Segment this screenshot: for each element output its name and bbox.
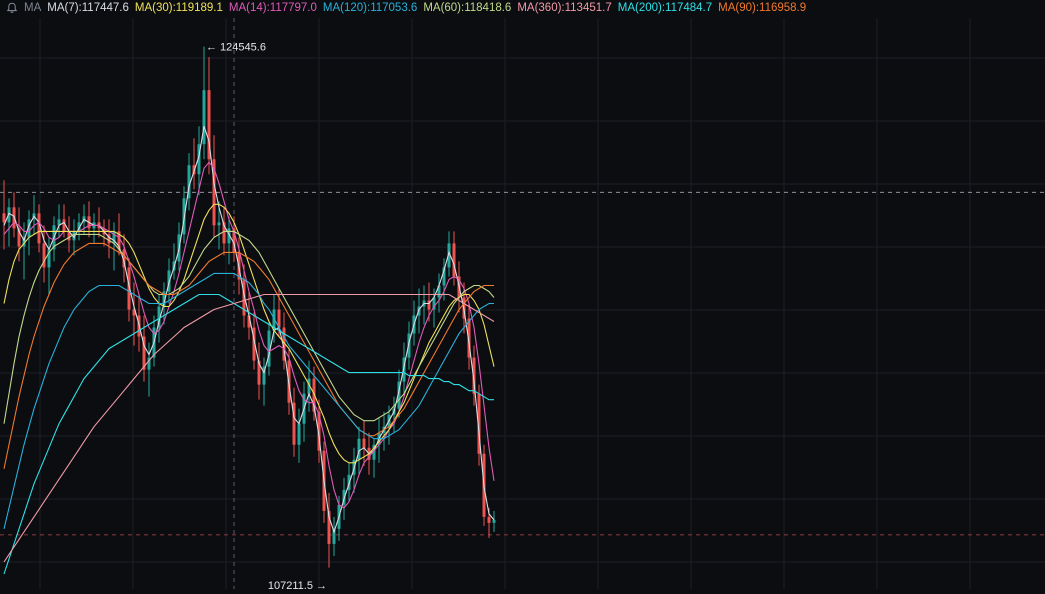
candle-body [452,243,456,277]
legend-item: MA(14):117797.0 [228,2,317,14]
legend-item: MA(7):117447.6 [47,2,129,14]
candle-body [297,423,301,445]
candle-body [217,222,221,226]
candle-body [37,213,41,244]
low-price-label: 107211.5 → [268,580,327,589]
legend-item: MA(120):117053.6 [322,2,418,14]
legend-item: MA(360):113451.7 [517,2,612,14]
ma-line [3,242,494,469]
chart-area[interactable]: MA MA(7):117447.6 MA(30):119189.1 MA(14):1… [0,0,1045,592]
candle-body [487,516,491,523]
candle-body [362,438,366,448]
legend-ma-prefix: MA [24,2,42,14]
legend-item: MA(30):119189.1 [134,2,223,14]
legend-item: MA(60):118418.6 [423,2,512,14]
candle-body [202,90,206,145]
ma-legend: MA MA(7):117447.6 MA(30):119189.1 MA(14):1… [6,1,806,15]
high-price-label: ← 124545.6 [206,42,266,54]
legend-item: MA(90):116958.9 [718,2,807,14]
legend-item: MA(200):117484.7 [617,2,713,14]
price-chart[interactable]: ← 124545.6 107211.5 → [0,0,1045,592]
candle-body [2,213,6,223]
candle-body [492,519,496,523]
bell-icon[interactable] [6,2,18,14]
